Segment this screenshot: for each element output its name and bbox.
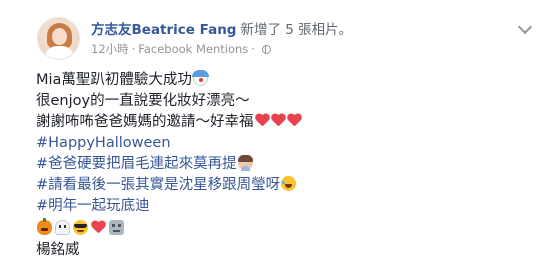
pumpkin-icon (37, 218, 52, 235)
emoji-row (36, 218, 302, 240)
post-header: 方志友Beatrice Fang 新增了 5 張相片。 (91, 21, 352, 39)
heart-icon (91, 221, 106, 235)
laughing-icon (281, 176, 297, 191)
post-app-source[interactable]: Facebook Mentions (138, 42, 248, 56)
post-line-text: 謝謝咘咘爸爸媽媽的邀請～好幸福 (36, 114, 254, 130)
post-line-7: #明年一起玩底迪 (36, 196, 302, 217)
post-signature: 楊銘威 (36, 240, 302, 261)
globe-icon[interactable] (261, 45, 271, 54)
post-line-text: Mia萬聖趴初體驗大成功 (36, 72, 192, 88)
post-timestamp[interactable]: 12小時 (91, 42, 129, 56)
hashtag-link[interactable]: #爸爸硬要把眉毛連起來莫再提 (36, 156, 237, 172)
hashtag-link[interactable]: #明年一起玩底迪 (36, 198, 150, 214)
heart-icon (287, 114, 302, 128)
post-line-4: #HappyHalloween (36, 133, 302, 154)
post-line-2: 很enjoy的一直說要化妝好漂亮～ (36, 91, 302, 112)
post-meta: 12小時 · Facebook Mentions · (91, 42, 271, 57)
meta-separator: · (131, 42, 136, 56)
meta-separator-2: · (251, 42, 255, 56)
post-line-1: Mia萬聖趴初體驗大成功 (36, 70, 302, 91)
post-line-5: #爸爸硬要把眉毛連起來莫再提 (36, 154, 302, 175)
avatar[interactable] (37, 17, 80, 60)
signature-text: 楊銘威 (36, 242, 80, 258)
clown-icon (191, 70, 209, 86)
hashtag-link[interactable]: #請看最後一張其實是沈星移跟周瑩呀 (36, 177, 280, 193)
chevron-down-icon[interactable] (517, 19, 533, 35)
post-action-text: 新增了 5 張相片。 (240, 22, 353, 38)
heart-icon (271, 114, 286, 128)
woman-facepalming-icon (237, 155, 253, 171)
post-line-3: 謝謝咘咘爸爸媽媽的邀請～好幸福 (36, 112, 302, 133)
avatar-face (52, 28, 67, 45)
post-line-6: #請看最後一張其實是沈星移跟周瑩呀 (36, 175, 302, 196)
sunglasses-icon (73, 220, 88, 235)
hashtag-link[interactable]: #HappyHalloween (36, 135, 171, 151)
facebook-post: 方志友Beatrice Fang 新增了 5 張相片。 12小時 · Facebook… (0, 0, 555, 271)
post-body: Mia萬聖趴初體驗大成功 很enjoy的一直說要化妝好漂亮～ 謝謝咘咘爸爸媽媽的… (36, 70, 302, 261)
ghost-icon (55, 220, 70, 235)
robot-icon (109, 220, 124, 235)
post-line-text: 很enjoy的一直說要化妝好漂亮～ (36, 93, 250, 109)
author-name-link[interactable]: 方志友Beatrice Fang (91, 22, 236, 38)
heart-icon (255, 114, 270, 128)
avatar-shirt (45, 46, 74, 59)
